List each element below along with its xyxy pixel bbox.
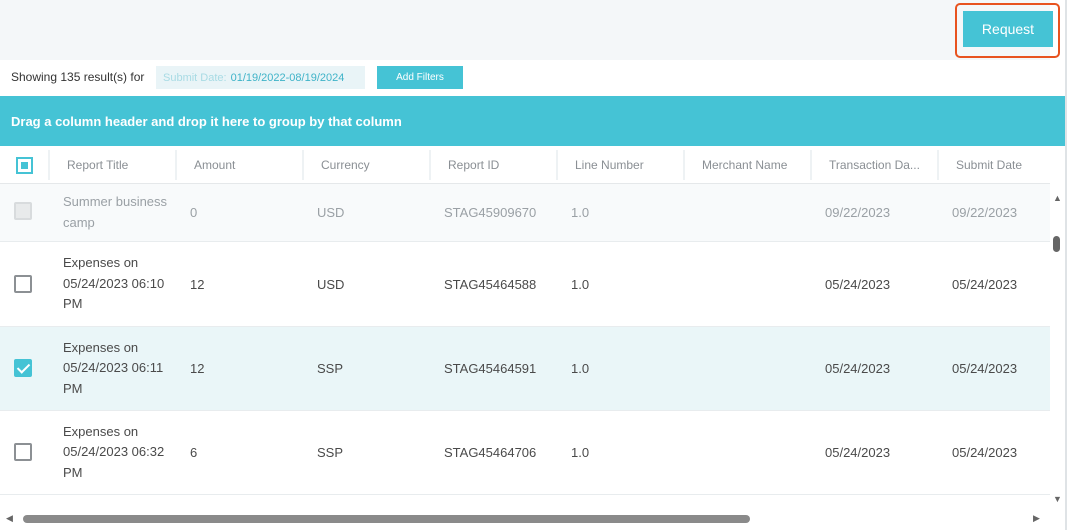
vertical-scroll-thumb[interactable] <box>1053 236 1060 252</box>
cell-amount: 12 <box>190 361 205 376</box>
cell-report-title: Expenses on 05/24/2023 06:10 PM <box>63 255 165 312</box>
cell-report-id: STAG45909670 <box>444 205 537 220</box>
scroll-right-icon[interactable]: ▶ <box>1033 513 1040 524</box>
cell-line-number: 1.0 <box>571 361 590 376</box>
table-body: Summer business camp 0 USD STAG45909670 … <box>0 184 1050 510</box>
filter-value: 01/19/2022-08/19/2024 <box>230 71 345 84</box>
table-row[interactable]: Expenses on 05/24/2023 06:11 PM 12 SSP S… <box>0 327 1050 411</box>
results-count-text: Showing 135 result(s) for <box>11 70 145 84</box>
table-header: Report Title Amount Currency Report ID L… <box>0 146 1050 184</box>
cell-submit-date: 05/24/2023 <box>952 361 1018 376</box>
top-toolbar <box>0 0 1050 60</box>
column-header-currency[interactable]: Currency <box>321 146 426 184</box>
table-row[interactable]: Summer business camp 0 USD STAG45909670 … <box>0 184 1050 242</box>
column-header-transaction-date[interactable]: Transaction Da... <box>829 146 929 184</box>
row-checkbox <box>14 202 32 220</box>
cell-report-title: Expenses on 05/24/2023 06:32 PM <box>63 423 165 480</box>
scroll-up-icon[interactable]: ▲ <box>1053 193 1062 203</box>
column-header-report-title[interactable]: Report Title <box>67 146 172 184</box>
cell-transaction-date: 09/22/2023 <box>825 205 891 220</box>
table-row[interactable]: Expenses on 05/24/2023 06:32 PM 6 SSP ST… <box>0 411 1050 495</box>
cell-currency: SSP <box>317 361 344 376</box>
column-header-submit-date[interactable]: Submit Date <box>956 146 1046 184</box>
group-by-hint: Drag a column header and drop it here to… <box>11 113 402 129</box>
row-checkbox[interactable] <box>14 359 32 377</box>
cell-submit-date: 09/22/2023 <box>952 205 1018 220</box>
cell-report-id: STAG45464588 <box>444 276 537 292</box>
page: Request Showing 135 result(s) for Submit… <box>0 0 1067 530</box>
group-by-drop-zone[interactable]: Drag a column header and drop it here to… <box>0 96 1065 146</box>
row-checkbox[interactable] <box>14 275 32 293</box>
cell-line-number: 1.0 <box>571 276 590 292</box>
cell-transaction-date: 05/24/2023 <box>825 361 891 376</box>
cell-line-number: 1.0 <box>571 205 590 220</box>
submit-date-filter-chip[interactable]: Submit Date: 01/19/2022-08/19/2024 <box>156 66 365 89</box>
filter-bar: Showing 135 result(s) for Submit Date: 0… <box>0 60 1050 96</box>
cell-amount: 12 <box>190 276 205 292</box>
table-row[interactable]: Expenses on 05/24/2023 06:10 PM 12 USD S… <box>0 242 1050 327</box>
column-header-report-id[interactable]: Report ID <box>448 146 553 184</box>
filter-key: Submit Date: <box>163 71 227 84</box>
scroll-left-icon[interactable]: ◀ <box>6 513 13 524</box>
cell-submit-date: 05/24/2023 <box>952 445 1018 460</box>
cell-transaction-date: 05/24/2023 <box>825 445 891 460</box>
cell-report-id: STAG45464591 <box>444 361 537 376</box>
horizontal-scrollbar[interactable]: ◀ ▶ <box>0 510 1050 528</box>
cell-currency: USD <box>317 205 345 220</box>
cell-report-title: Summer business camp <box>63 194 168 230</box>
select-all-checkbox[interactable] <box>16 157 33 174</box>
vertical-scrollbar[interactable]: ▲ ▼ <box>1050 184 1065 510</box>
cell-amount: 0 <box>190 205 198 220</box>
cell-report-id: STAG45464706 <box>444 445 537 460</box>
cell-transaction-date: 05/24/2023 <box>825 276 891 292</box>
column-header-line-number[interactable]: Line Number <box>575 146 680 184</box>
cell-currency: SSP <box>317 445 344 460</box>
column-header-merchant-name[interactable]: Merchant Name <box>702 146 807 184</box>
row-checkbox[interactable] <box>14 443 32 461</box>
cell-amount: 6 <box>190 445 198 460</box>
horizontal-scroll-thumb[interactable] <box>23 515 750 523</box>
cell-report-title: Expenses on 05/24/2023 06:11 PM <box>63 339 164 396</box>
add-filters-button[interactable]: Add Filters <box>377 66 463 89</box>
cell-line-number: 1.0 <box>571 445 590 460</box>
cell-submit-date: 05/24/2023 <box>952 276 1018 292</box>
scroll-down-icon[interactable]: ▼ <box>1053 494 1062 504</box>
cell-currency: USD <box>317 276 345 292</box>
column-header-amount[interactable]: Amount <box>194 146 299 184</box>
request-button[interactable]: Request <box>963 11 1053 47</box>
